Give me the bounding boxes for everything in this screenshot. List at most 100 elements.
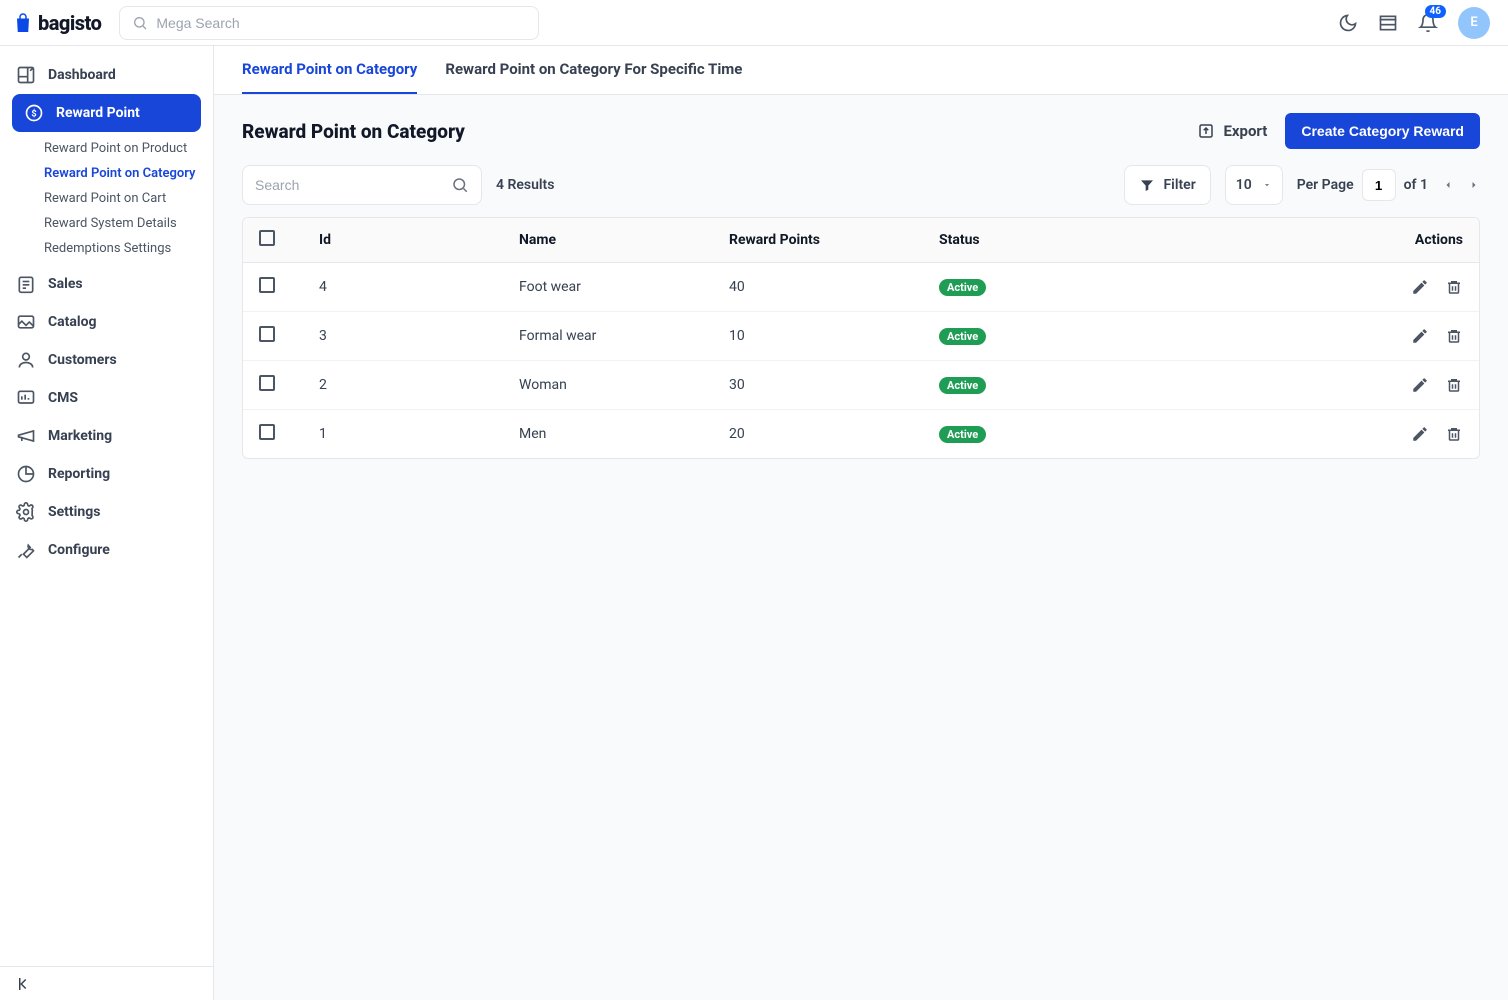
page-total: of 1	[1404, 177, 1428, 193]
sidebar-item-label: Catalog	[48, 314, 97, 330]
select-all-checkbox[interactable]	[259, 230, 275, 246]
reporting-icon	[16, 464, 36, 484]
per-page-select[interactable]: 10	[1225, 165, 1283, 205]
brand-logo[interactable]: bagisto	[14, 11, 101, 35]
cell-id: 1	[303, 410, 503, 459]
search-icon	[451, 176, 469, 194]
edit-button[interactable]	[1411, 278, 1429, 296]
delete-button[interactable]	[1445, 376, 1463, 394]
sidebar-sub-reward-details[interactable]: Reward System Details	[44, 211, 213, 236]
brand-name: bagisto	[38, 11, 101, 35]
tab-reward-category[interactable]: Reward Point on Category	[242, 60, 417, 94]
delete-button[interactable]	[1445, 425, 1463, 443]
edit-button[interactable]	[1411, 376, 1429, 394]
sidebar-subnav-reward: Reward Point on Product Reward Point on …	[0, 132, 213, 265]
cell-points: 10	[713, 312, 923, 361]
cms-icon	[16, 388, 36, 408]
notification-count-badge: 46	[1425, 5, 1446, 18]
table-row: 1Men20Active	[243, 410, 1479, 459]
edit-button[interactable]	[1411, 327, 1429, 345]
notifications-button[interactable]: 46	[1418, 13, 1438, 33]
sidebar-item-label: CMS	[48, 390, 78, 406]
sidebar-item-label: Configure	[48, 542, 110, 558]
export-label: Export	[1223, 122, 1267, 140]
tab-reward-category-time[interactable]: Reward Point on Category For Specific Ti…	[445, 60, 742, 94]
global-search-input[interactable]	[156, 15, 526, 31]
configure-icon	[16, 540, 36, 560]
row-checkbox[interactable]	[259, 277, 275, 293]
per-page-label: Per Page	[1297, 177, 1354, 193]
col-points[interactable]: Reward Points	[713, 218, 923, 263]
store-icon[interactable]	[1378, 13, 1398, 33]
sidebar-item-marketing[interactable]: Marketing	[0, 417, 213, 455]
sidebar-sub-reward-category[interactable]: Reward Point on Category	[44, 161, 213, 186]
sidebar-sub-reward-product[interactable]: Reward Point on Product	[44, 136, 213, 161]
cell-name: Men	[503, 410, 713, 459]
reward-icon: $	[24, 103, 44, 123]
filter-button[interactable]: Filter	[1124, 165, 1210, 205]
col-status[interactable]: Status	[923, 218, 1359, 263]
sidebar-item-configure[interactable]: Configure	[0, 531, 213, 569]
status-badge: Active	[939, 279, 986, 296]
filter-icon	[1139, 177, 1155, 193]
sidebar-sub-reward-cart[interactable]: Reward Point on Cart	[44, 186, 213, 211]
filter-label: Filter	[1163, 177, 1195, 193]
global-search[interactable]	[119, 6, 539, 40]
col-name[interactable]: Name	[503, 218, 713, 263]
marketing-icon	[16, 426, 36, 446]
settings-icon	[16, 502, 36, 522]
table-search-input[interactable]	[255, 177, 451, 193]
data-table: Id Name Reward Points Status Actions 4Fo…	[242, 217, 1480, 459]
current-page-input[interactable]	[1362, 169, 1396, 201]
sidebar-item-catalog[interactable]: Catalog	[0, 303, 213, 341]
sidebar-item-cms[interactable]: CMS	[0, 379, 213, 417]
edit-icon	[1411, 327, 1429, 345]
delete-icon	[1445, 376, 1463, 394]
sidebar-collapse-button[interactable]	[0, 966, 213, 1000]
delete-icon	[1445, 327, 1463, 345]
status-badge: Active	[939, 426, 986, 443]
page-title: Reward Point on Category	[242, 120, 465, 143]
delete-icon	[1445, 425, 1463, 443]
sidebar-item-dashboard[interactable]: Dashboard	[0, 56, 213, 94]
catalog-icon	[16, 312, 36, 332]
cell-id: 2	[303, 361, 503, 410]
next-page-button[interactable]	[1468, 179, 1480, 191]
sidebar-item-label: Marketing	[48, 428, 112, 444]
chevron-down-icon	[1262, 180, 1272, 190]
row-checkbox[interactable]	[259, 424, 275, 440]
topbar: bagisto 46 E	[0, 0, 1508, 46]
sidebar-item-sales[interactable]: Sales	[0, 265, 213, 303]
delete-button[interactable]	[1445, 327, 1463, 345]
dashboard-icon	[16, 65, 36, 85]
sidebar-sub-reward-redeem[interactable]: Redemptions Settings	[44, 236, 213, 261]
user-avatar[interactable]: E	[1458, 7, 1490, 39]
table-search[interactable]	[242, 165, 482, 205]
edit-icon	[1411, 278, 1429, 296]
export-icon	[1197, 122, 1215, 140]
table-row: 4Foot wear40Active	[243, 263, 1479, 312]
row-checkbox[interactable]	[259, 326, 275, 342]
sidebar-item-label: Reward Point	[56, 105, 140, 121]
sidebar: Dashboard $ Reward Point Reward Point on…	[0, 46, 214, 1000]
table-row: 2Woman30Active	[243, 361, 1479, 410]
sales-icon	[16, 274, 36, 294]
delete-button[interactable]	[1445, 278, 1463, 296]
cell-id: 4	[303, 263, 503, 312]
edit-button[interactable]	[1411, 425, 1429, 443]
theme-toggle-icon[interactable]	[1338, 13, 1358, 33]
export-button[interactable]: Export	[1197, 122, 1267, 140]
status-badge: Active	[939, 377, 986, 394]
sidebar-item-label: Settings	[48, 504, 100, 520]
search-icon	[132, 15, 148, 31]
sidebar-item-settings[interactable]: Settings	[0, 493, 213, 531]
create-category-reward-button[interactable]: Create Category Reward	[1285, 113, 1480, 149]
table-row: 3Formal wear10Active	[243, 312, 1479, 361]
prev-page-button[interactable]	[1442, 179, 1454, 191]
sidebar-item-customers[interactable]: Customers	[0, 341, 213, 379]
sidebar-item-reward[interactable]: $ Reward Point	[12, 94, 201, 132]
row-checkbox[interactable]	[259, 375, 275, 391]
sidebar-item-reporting[interactable]: Reporting	[0, 455, 213, 493]
per-page-value: 10	[1236, 177, 1252, 193]
col-id[interactable]: Id	[303, 218, 503, 263]
